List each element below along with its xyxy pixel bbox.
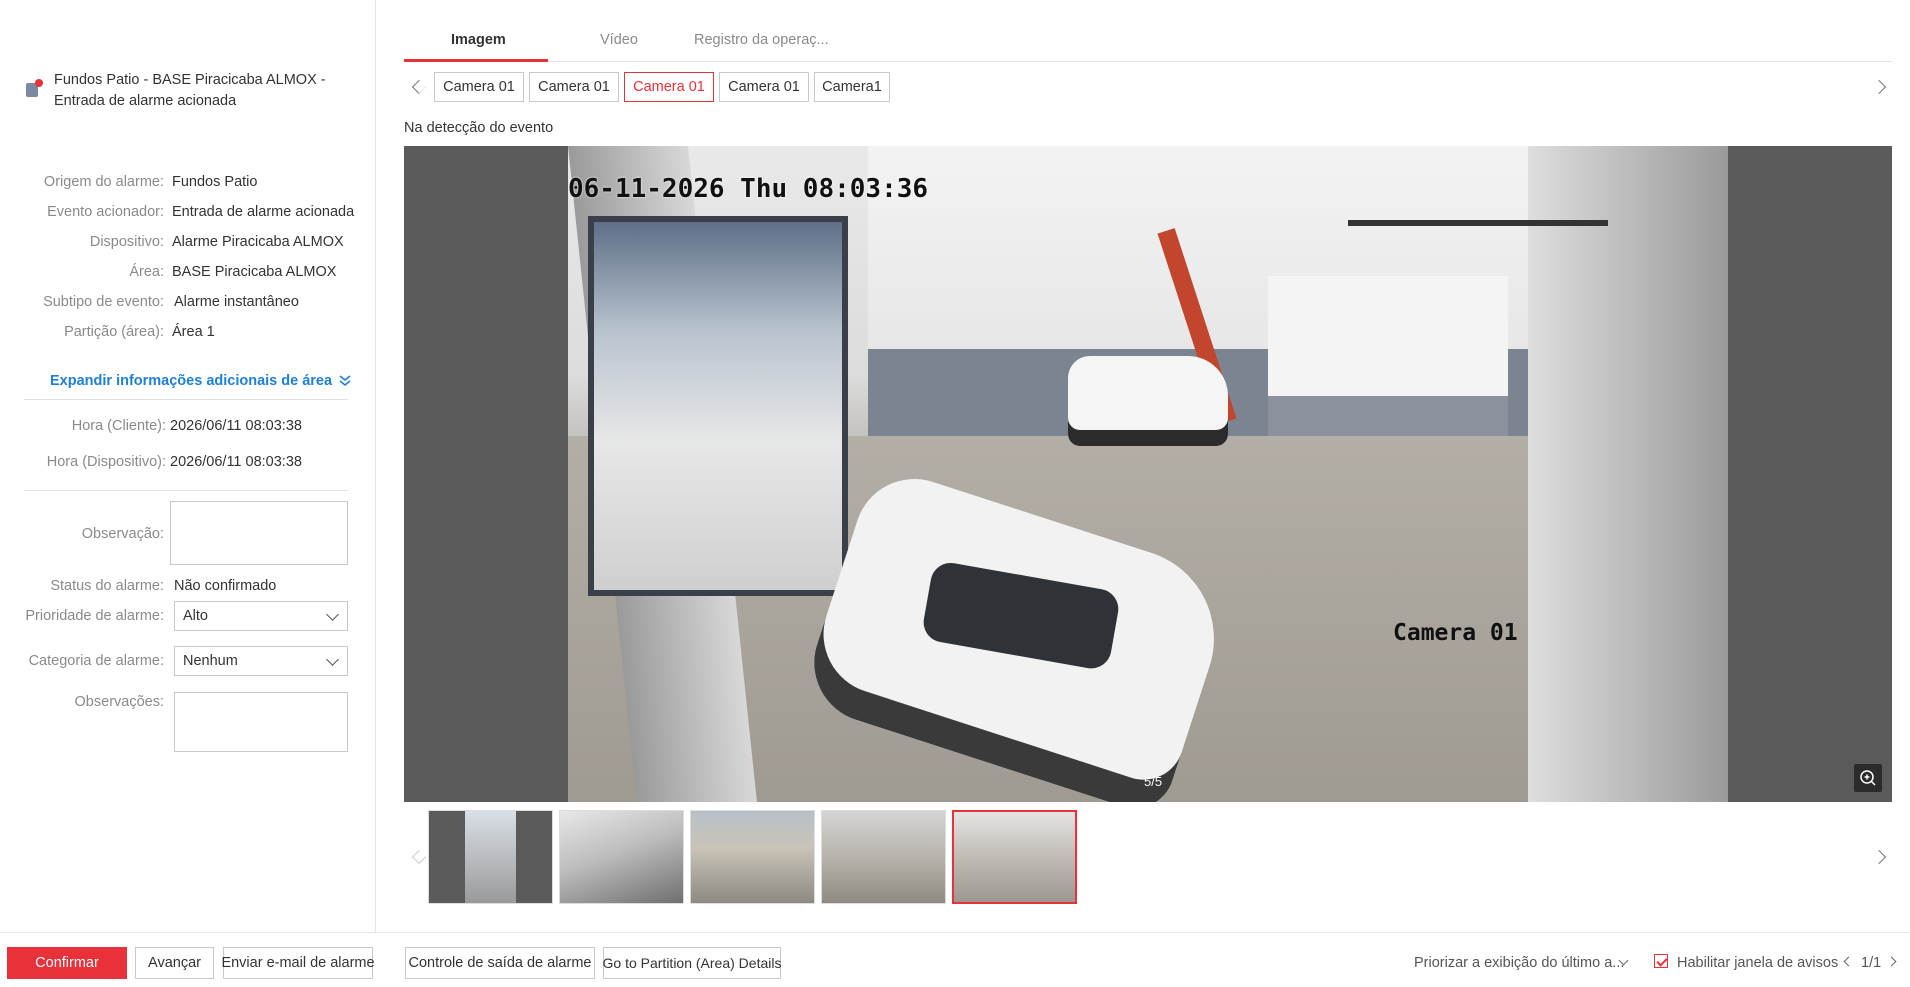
zoom-in-icon — [1860, 770, 1876, 786]
prioridade-value: Alto — [183, 608, 208, 624]
info-value: Área 1 — [172, 324, 215, 340]
chevron-left-icon[interactable] — [411, 849, 427, 865]
media-tabs: Imagem Vídeo Registro da operaç... — [404, 28, 1892, 62]
prioridade-select[interactable]: Alto — [174, 601, 348, 631]
info-row-particao: Partição (área): Área 1 — [0, 324, 376, 346]
event-capture-label: Na detecção do evento — [404, 120, 554, 136]
thumbnail-2[interactable] — [559, 810, 684, 904]
thumbnail-strip — [404, 810, 1892, 906]
info-row-origem: Origem do alarme: Fundos Patio — [0, 174, 376, 196]
divider — [24, 399, 348, 400]
status-value: Não confirmado — [174, 578, 277, 594]
observacao-label: Observação: — [81, 526, 164, 542]
partition-details-button[interactable]: Go to Partition (Area) Details — [603, 947, 781, 979]
alarm-info-panel: Fundos Patio - BASE Piracicaba ALMOX - E… — [0, 0, 376, 932]
image-page-count: 5/5 — [1144, 774, 1163, 789]
priority-display-dropdown[interactable]: Priorizar a exibição do último a... — [1414, 955, 1624, 971]
tab-video[interactable]: Vídeo — [600, 32, 638, 48]
observacao-textarea[interactable] — [170, 501, 348, 565]
thumbnail-4[interactable] — [821, 810, 946, 904]
observacoes-textarea[interactable] — [174, 692, 348, 752]
next-button[interactable]: Avançar — [135, 947, 214, 979]
expand-area-info-link[interactable]: Expandir informações adicionais de área — [50, 373, 352, 389]
tab-registro[interactable]: Registro da operaç... — [694, 32, 829, 48]
chevron-right-icon[interactable] — [1871, 849, 1887, 865]
thumbnail-3[interactable] — [690, 810, 815, 904]
info-value: Entrada de alarme acionada — [172, 204, 355, 220]
chevron-down-icon — [326, 653, 339, 666]
alarm-input-icon — [24, 79, 44, 99]
zoom-in-button[interactable] — [1854, 764, 1882, 792]
thumbnail-5-active[interactable] — [952, 810, 1077, 904]
camera-snapshot: 06-11-2026 Thu 08:03:36 Camera 01 — [568, 146, 1728, 802]
image-viewer: 06-11-2026 Thu 08:03:36 Camera 01 5/5 — [404, 146, 1892, 802]
enable-popup-checkbox[interactable] — [1654, 954, 1668, 968]
info-label: Subtipo de evento: — [43, 294, 164, 310]
time-value: 2026/06/11 08:03:38 — [170, 418, 302, 434]
chevron-right-icon[interactable] — [1871, 79, 1887, 95]
camera-button-active[interactable]: Camera 01 — [624, 72, 714, 102]
info-label: Área: — [129, 264, 164, 280]
prioridade-label: Prioridade de alarme: — [25, 608, 164, 624]
categoria-select[interactable]: Nenhum — [174, 646, 348, 676]
camera-button[interactable]: Camera1 — [814, 72, 890, 102]
expand-area-info-label: Expandir informações adicionais de área — [50, 373, 333, 389]
info-value: Alarme Piracicaba ALMOX — [172, 234, 344, 250]
info-value: Fundos Patio — [172, 174, 258, 190]
active-tab-indicator — [404, 59, 548, 62]
time-label: Hora (Cliente): — [71, 418, 166, 434]
send-email-button[interactable]: Enviar e-mail de alarme — [221, 947, 375, 979]
divider — [24, 490, 348, 491]
info-row-subtipo: Subtipo de evento: Alarme instantâneo — [0, 294, 376, 316]
info-label: Dispositivo: — [89, 234, 164, 250]
info-row-area: Área: BASE Piracicaba ALMOX — [0, 264, 376, 286]
time-label: Hora (Dispositivo): — [46, 454, 166, 470]
pager-label: 1/1 — [1861, 955, 1882, 971]
osd-timestamp: 06-11-2026 Thu 08:03:36 — [568, 174, 929, 204]
alarm-detail-window: Fundos Patio - BASE Piracicaba ALMOX - E… — [0, 0, 1910, 987]
observacoes-label: Observações: — [74, 694, 164, 710]
categoria-label: Categoria de alarme: — [28, 653, 164, 669]
info-label: Partição (área): — [64, 324, 164, 340]
confirm-button[interactable]: Confirmar — [7, 947, 127, 979]
action-bar: Confirmar Avançar Enviar e-mail de alarm… — [0, 932, 1910, 987]
alarm-title: Fundos Patio - BASE Piracicaba ALMOX - E… — [54, 70, 326, 112]
tab-imagem[interactable]: Imagem — [451, 32, 506, 48]
time-value: 2026/06/11 08:03:38 — [170, 454, 302, 470]
camera-button[interactable]: Camera 01 — [719, 72, 809, 102]
camera-button[interactable]: Camera 01 — [529, 72, 619, 102]
camera-selector: Camera 01 Camera 01 Camera 01 Camera 01 … — [404, 72, 1892, 102]
status-label: Status do alarme: — [50, 578, 164, 594]
time-row-client: Hora (Cliente): 2026/06/11 08:03:38 — [0, 418, 376, 440]
double-chevron-down-icon — [339, 375, 351, 387]
osd-camera-name: Camera 01 — [1393, 620, 1518, 646]
time-row-device: Hora (Dispositivo): 2026/06/11 08:03:38 — [0, 454, 376, 476]
categoria-value: Nenhum — [183, 653, 238, 669]
info-value: Alarme instantâneo — [174, 294, 299, 310]
camera-button[interactable]: Camera 01 — [434, 72, 524, 102]
info-label: Evento acionador: — [47, 204, 164, 220]
alarm-title-line2: Entrada de alarme acionada — [54, 93, 237, 109]
chevron-down-icon — [326, 608, 339, 621]
alarm-title-line1: Fundos Patio - BASE Piracicaba ALMOX - — [54, 72, 326, 88]
info-label: Origem do alarme: — [43, 174, 164, 190]
thumbnail-1[interactable] — [428, 810, 553, 904]
chevron-left-icon[interactable] — [411, 79, 427, 95]
info-value: BASE Piracicaba ALMOX — [172, 264, 337, 280]
alarm-output-control-button[interactable]: Controle de saída de alarme — [405, 947, 595, 979]
chevron-right-icon[interactable] — [1886, 956, 1897, 967]
alarm-header: Fundos Patio - BASE Piracicaba ALMOX - E… — [24, 70, 364, 112]
info-row-dispositivo: Dispositivo: Alarme Piracicaba ALMOX — [0, 234, 376, 256]
enable-popup-label: Habilitar janela de avisos — [1677, 955, 1839, 971]
info-row-evento: Evento acionador: Entrada de alarme acio… — [0, 204, 376, 226]
chevron-left-icon[interactable] — [1843, 956, 1854, 967]
